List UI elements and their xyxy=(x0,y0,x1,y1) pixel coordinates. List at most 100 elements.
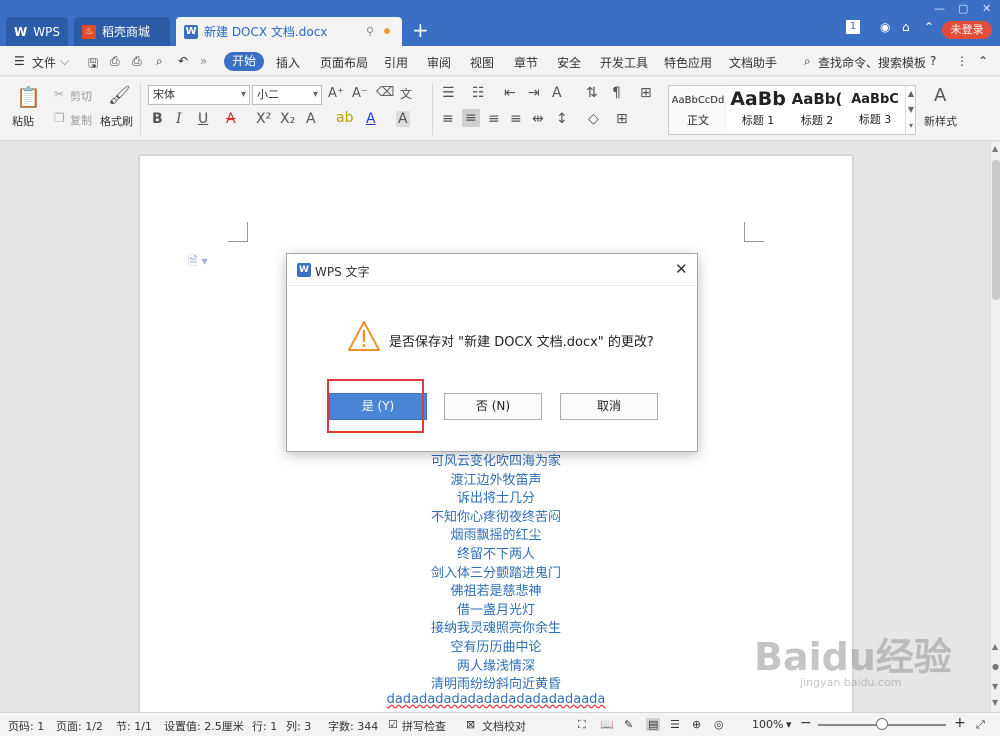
tab-document[interactable]: W 新建 DOCX 文档.docx ⚲ xyxy=(176,17,402,46)
more-icon[interactable]: » xyxy=(200,54,207,68)
paragraph-layout-icon[interactable]: 🗎 ▾ xyxy=(188,252,208,273)
table-icon[interactable]: ⊞ xyxy=(640,85,652,101)
paste-button[interactable]: 粘贴 xyxy=(12,113,34,129)
command-search[interactable]: 查找命令、搜索模板 xyxy=(818,54,926,71)
strikethrough-icon[interactable]: A xyxy=(226,111,236,127)
format-painter-button[interactable]: 格式刷 xyxy=(100,113,133,129)
new-tab-button[interactable]: + xyxy=(412,18,429,42)
minimize-icon[interactable]: — xyxy=(934,2,945,15)
cut-button[interactable]: 剪切 xyxy=(70,88,92,104)
print-icon[interactable]: ⎙ xyxy=(132,54,142,69)
new-style-button[interactable]: 新样式 xyxy=(924,113,957,129)
align-left-icon[interactable]: ≡ xyxy=(442,111,454,127)
style-heading-2[interactable]: AaBb( 标题 2 xyxy=(789,86,845,134)
chevron-up-icon[interactable]: ⌃ xyxy=(978,54,988,68)
subscript-icon[interactable]: X₂ xyxy=(280,111,295,127)
menu-home-tab[interactable]: 开始 xyxy=(224,52,264,71)
proofread-icon[interactable]: ⊠ xyxy=(466,718,475,731)
numbered-list-icon[interactable]: ☷ xyxy=(472,85,485,101)
justify-icon[interactable]: ≡ xyxy=(510,111,522,127)
zoom-level[interactable]: 100% xyxy=(752,718,783,731)
shading-icon[interactable]: ◇ xyxy=(588,111,599,127)
style-heading-3[interactable]: AaBbC 标题 3 xyxy=(847,86,903,134)
style-scroll[interactable]: ▲ ▼ ▾ xyxy=(905,86,916,134)
text-effect-icon[interactable]: A xyxy=(306,111,316,127)
status-pages[interactable]: 页面: 1/2 xyxy=(56,718,103,734)
tab-wps-home[interactable]: W WPS xyxy=(6,17,68,46)
menu-doc-assistant[interactable]: 文档助手 xyxy=(729,54,777,71)
menu-file[interactable]: 文件 xyxy=(32,54,56,71)
chevron-up-icon[interactable]: ⌃ xyxy=(924,20,934,34)
menu-chapter[interactable]: 章节 xyxy=(514,54,538,71)
font-name-select[interactable]: 宋体 xyxy=(148,85,250,105)
expand-icon[interactable]: ⤢ xyxy=(976,718,985,732)
phonetic-icon[interactable]: 文 xyxy=(400,85,412,102)
font-size-select[interactable]: 小二 xyxy=(252,85,322,105)
prev-page-icon[interactable]: ▲ xyxy=(992,642,998,651)
bold-icon[interactable]: B xyxy=(152,111,163,127)
select-browse-icon[interactable]: ● xyxy=(992,662,999,671)
status-column[interactable]: 列: 3 xyxy=(286,718,311,734)
scroll-up-icon[interactable]: ▲ xyxy=(992,144,998,153)
eye-protection-icon[interactable]: ◎ xyxy=(714,718,724,731)
zoom-dropdown-icon[interactable]: ▾ xyxy=(786,718,792,731)
more-vertical-icon[interactable]: ⋮ xyxy=(956,54,968,68)
shrink-font-icon[interactable]: A⁻ xyxy=(352,86,368,101)
login-button[interactable]: 未登录 xyxy=(942,21,992,39)
zoom-in-icon[interactable]: + xyxy=(954,715,966,731)
decrease-indent-icon[interactable]: ⇤ xyxy=(504,85,516,101)
close-window-icon[interactable]: ✕ xyxy=(982,2,991,15)
zoom-out-icon[interactable]: − xyxy=(800,715,812,731)
align-center-icon[interactable]: ≡ xyxy=(462,109,480,127)
chinese-layout-icon[interactable]: A xyxy=(552,85,562,101)
menu-developer[interactable]: 开发工具 xyxy=(600,54,648,71)
print-preview-icon[interactable]: ⌕ xyxy=(156,54,163,69)
italic-icon[interactable]: I xyxy=(176,111,182,127)
page-count-badge[interactable]: 1 xyxy=(846,20,860,34)
status-section[interactable]: 节: 1/1 xyxy=(116,718,152,734)
cancel-button[interactable]: 取消 xyxy=(560,393,658,420)
help-icon[interactable]: ? xyxy=(930,54,936,68)
pin-icon[interactable]: ⚲ xyxy=(366,25,374,38)
superscript-icon[interactable]: X² xyxy=(256,111,271,127)
reading-mode-icon[interactable]: 📖 xyxy=(600,718,614,731)
skin-icon[interactable]: ◉ xyxy=(880,20,890,34)
scissors-icon[interactable]: ✂ xyxy=(54,87,64,101)
vertical-scrollbar[interactable]: ▲ ▲ ● ▼ ▼ xyxy=(990,142,1000,712)
no-button[interactable]: 否 (N) xyxy=(444,393,542,420)
web-view-icon[interactable]: ⊕ xyxy=(692,718,701,731)
pen-icon[interactable]: ✎ xyxy=(624,718,633,731)
menu-special[interactable]: 特色应用 xyxy=(664,54,712,71)
tab-docer-store[interactable]: ♨ 稻壳商城 xyxy=(74,17,170,46)
fullscreen-icon[interactable]: ⛶ xyxy=(578,718,586,732)
show-marks-icon[interactable]: ¶ xyxy=(612,85,621,101)
menu-references[interactable]: 引用 xyxy=(384,54,408,71)
borders-icon[interactable]: ⊞ xyxy=(616,111,628,127)
line-spacing-icon[interactable]: ↕ xyxy=(556,111,568,127)
bullet-list-icon[interactable]: ☰ xyxy=(442,85,455,101)
style-heading-1[interactable]: AaBb 标题 1 xyxy=(729,86,787,134)
paste-icon[interactable]: 📋 xyxy=(16,85,41,109)
next-page-icon[interactable]: ▼ xyxy=(992,682,998,691)
export-pdf-icon[interactable]: ⎙ xyxy=(110,54,120,69)
menu-insert[interactable]: 插入 xyxy=(276,54,300,71)
status-page-number[interactable]: 页码: 1 xyxy=(8,718,44,734)
font-color-icon[interactable]: A xyxy=(366,111,376,127)
distribute-icon[interactable]: ⇹ xyxy=(532,111,544,127)
highlight-icon[interactable]: ab xyxy=(336,110,353,126)
menu-page-layout[interactable]: 页面布局 xyxy=(320,54,368,71)
grow-font-icon[interactable]: A⁺ xyxy=(328,86,344,101)
underline-icon[interactable]: U xyxy=(198,111,208,127)
copy-button[interactable]: 复制 xyxy=(70,112,92,128)
spell-check-icon[interactable]: ☑ xyxy=(388,718,398,731)
menu-view[interactable]: 视图 xyxy=(470,54,494,71)
undo-icon[interactable]: ↶ xyxy=(178,54,188,68)
search-icon[interactable]: ⌕ xyxy=(804,54,811,69)
page-view-icon[interactable]: ▤ xyxy=(646,718,661,731)
sort-icon[interactable]: ⇅ xyxy=(586,85,598,101)
zoom-slider-handle[interactable] xyxy=(876,718,888,730)
hamburger-icon[interactable]: ☰ xyxy=(14,54,25,68)
spell-check-button[interactable]: 拼写检查 xyxy=(402,718,446,734)
menu-review[interactable]: 审阅 xyxy=(427,54,451,71)
close-icon[interactable]: ✕ xyxy=(675,260,688,278)
